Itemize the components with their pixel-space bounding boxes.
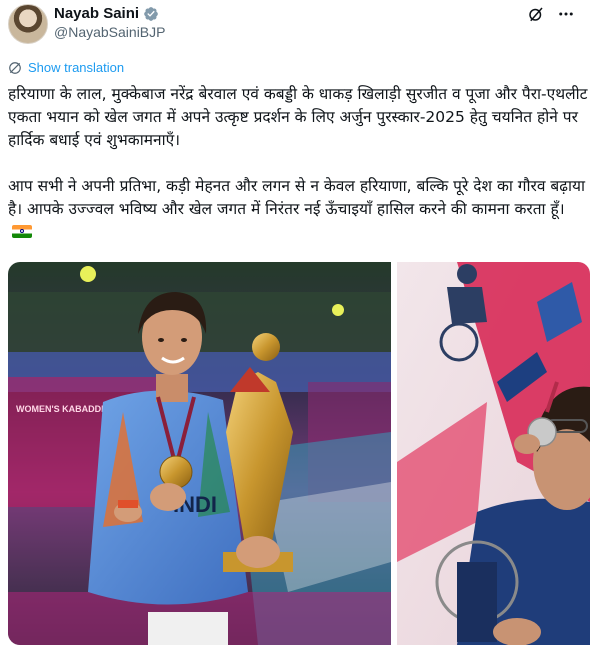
tweet-paragraph-text: आप सभी ने अपनी प्रतिभा, कड़ी मेहनत और लग…: [8, 177, 590, 218]
avatar[interactable]: [8, 4, 48, 44]
author-name-row[interactable]: Nayab Saini: [54, 5, 159, 22]
media-photo-para-athlete[interactable]: [397, 262, 590, 645]
media-gallery: WOMEN'S KABADDI WORLD CUP INDI: [8, 262, 590, 645]
tweet-paragraph: हरियाणा के लाल, मुक्केबाज नरेंद्र बेरवाल…: [8, 85, 593, 149]
media-photo-kabaddi-player[interactable]: WOMEN'S KABADDI WORLD CUP INDI: [8, 262, 391, 645]
show-translation-link[interactable]: Show translation: [8, 60, 124, 75]
more-icon[interactable]: [557, 5, 575, 23]
photo-para-athlete-illustration: [397, 262, 590, 645]
show-translation-label[interactable]: Show translation: [28, 60, 124, 75]
grok-icon[interactable]: [527, 5, 545, 23]
photo-kabaddi-illustration: WOMEN'S KABADDI WORLD CUP INDI: [8, 262, 391, 645]
verified-badge-icon: [144, 6, 158, 21]
tweet-paragraph: आप सभी ने अपनी प्रतिभा, कड़ी मेहनत और लग…: [8, 175, 588, 244]
translate-icon: [9, 61, 21, 74]
tweet-text: हरियाणा के लाल, मुक्केबाज नरेंद्र बेरवाल…: [8, 83, 588, 244]
author-handle[interactable]: @NayabSainiBJP: [54, 24, 166, 40]
author-name[interactable]: Nayab Saini: [54, 5, 139, 22]
india-flag-icon: [12, 225, 32, 238]
